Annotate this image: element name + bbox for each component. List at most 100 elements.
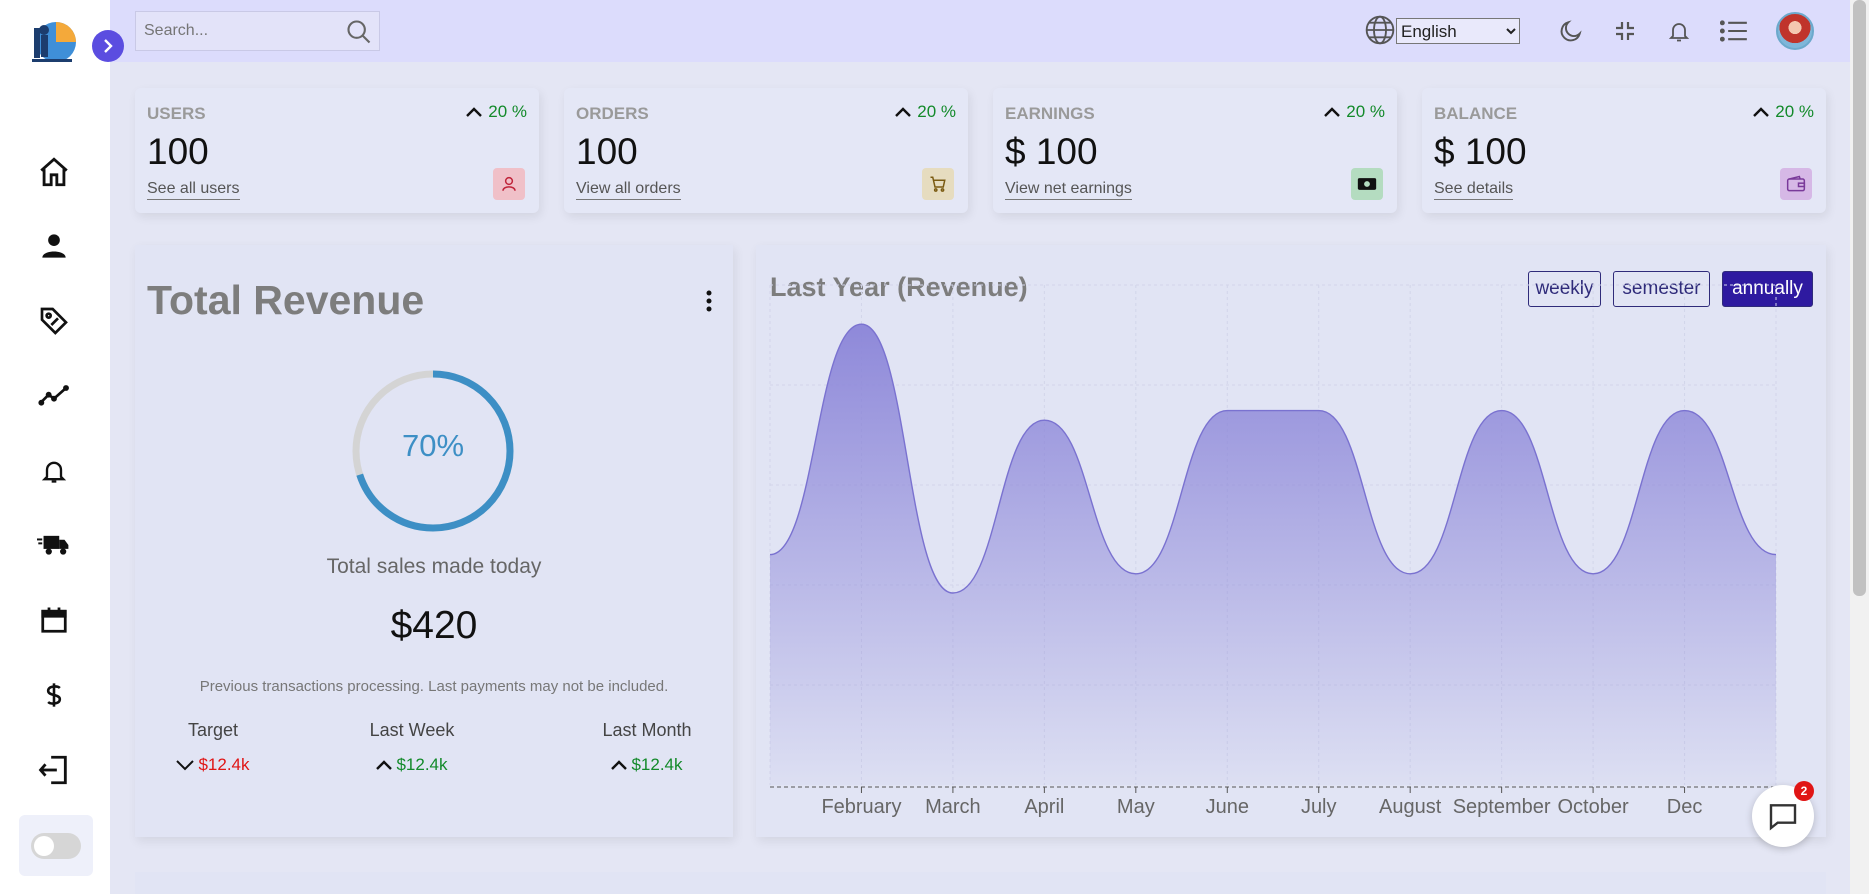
card-badge <box>493 168 525 200</box>
tag-icon[interactable] <box>34 301 74 341</box>
card-badge <box>1780 168 1812 200</box>
sidebar-expand-button[interactable] <box>92 30 124 62</box>
logout-icon[interactable] <box>34 750 74 790</box>
card-percent-value: 20 % <box>917 102 956 121</box>
card-badge <box>922 168 954 200</box>
cart-icon <box>930 176 946 192</box>
stat-value: $12.4k <box>173 755 253 775</box>
revenue-chart-panel: Last Year (Revenue) weekly semester annu… <box>756 245 1826 837</box>
sales-amount: $420 <box>390 604 478 647</box>
total-revenue-panel: Total Revenue 70% Total sales made today… <box>135 245 733 837</box>
card-value: $ 100 <box>1434 131 1527 172</box>
card-link[interactable]: View all orders <box>576 180 681 200</box>
next-panel <box>135 872 1826 894</box>
chat-icon <box>1769 804 1797 831</box>
card-percent: 20 % <box>466 102 527 122</box>
scrollbar[interactable] <box>1850 0 1869 894</box>
chevron-right-icon <box>104 39 113 53</box>
chevron-up-icon <box>895 107 912 117</box>
area-chart: February March April May June July August Septe… <box>769 284 1791 818</box>
stat-value: $12.4k <box>597 755 697 775</box>
sales-subtitle: Total sales made today <box>326 555 542 578</box>
x-tick-label: May <box>1117 796 1155 818</box>
stat-label: Last Month <box>602 720 692 740</box>
stat-value-text: $12.4k <box>396 755 448 774</box>
stat-target: Target $12.4k <box>173 720 253 775</box>
card-users: USERS 20 % 100 See all users <box>135 88 539 213</box>
card-link[interactable]: View net earnings <box>1005 180 1132 200</box>
theme-toggle-container <box>19 815 93 876</box>
collapse-icon[interactable] <box>1609 15 1641 47</box>
top-header: English <box>110 0 1850 62</box>
language-select[interactable]: English <box>1396 18 1520 44</box>
bell-icon[interactable] <box>1663 15 1695 47</box>
truck-icon[interactable] <box>34 525 74 565</box>
x-tick-label: February <box>821 796 901 818</box>
home-icon[interactable] <box>34 152 74 192</box>
logo <box>26 18 84 68</box>
stat-last-month: Last Month $12.4k <box>597 720 697 775</box>
x-tick-label: March <box>925 796 981 818</box>
stat-value-text: $12.4k <box>198 755 250 774</box>
card-badge <box>1351 168 1383 200</box>
wallet-icon <box>1786 175 1806 192</box>
chevron-up-icon <box>611 760 628 770</box>
stat-last-week: Last Week $12.4k <box>367 720 457 775</box>
x-tick-label: April <box>1024 796 1064 818</box>
x-tick-label: June <box>1206 796 1249 818</box>
card-percent-value: 20 % <box>1346 102 1385 121</box>
chat-badge: 2 <box>1794 781 1814 801</box>
x-tick-label: Dec <box>1667 796 1703 818</box>
x-tick-label: August <box>1379 796 1442 818</box>
search-input[interactable] <box>144 22 344 40</box>
sales-note: Previous transactions processing. Last p… <box>199 678 669 695</box>
stat-label: Target <box>187 720 239 740</box>
search-icon[interactable] <box>345 18 373 50</box>
panel-title: Total Revenue <box>147 277 425 323</box>
stat-value-text: $12.4k <box>631 755 683 774</box>
chevron-up-icon <box>1753 107 1770 117</box>
sidebar <box>0 0 110 894</box>
chevron-up-icon <box>376 760 393 770</box>
card-earnings: EARNINGS 20 % $ 100 View net earnings <box>993 88 1397 213</box>
card-percent: 20 % <box>1324 102 1385 122</box>
chart-line-icon[interactable] <box>34 376 74 416</box>
calendar-icon[interactable] <box>34 600 74 640</box>
card-percent: 20 % <box>895 102 956 122</box>
card-percent-value: 20 % <box>1775 102 1814 121</box>
card-title: EARNINGS <box>1005 104 1095 123</box>
user-icon <box>502 176 516 191</box>
stat-label: Last Week <box>369 720 455 740</box>
progress-label: 70% <box>401 428 465 463</box>
card-percent-value: 20 % <box>488 102 527 121</box>
theme-toggle[interactable] <box>31 832 81 859</box>
user-icon[interactable] <box>34 226 74 266</box>
card-value: 100 <box>147 131 209 172</box>
card-link[interactable]: See all users <box>147 180 240 200</box>
area-series <box>770 324 1776 785</box>
search-box <box>135 11 380 51</box>
x-tick-label: September <box>1453 796 1551 818</box>
card-title: USERS <box>147 104 206 123</box>
scrollbar-thumb[interactable] <box>1853 0 1866 596</box>
card-orders: ORDERS 20 % 100 View all orders <box>564 88 968 213</box>
chevron-down-icon <box>176 760 195 771</box>
globe-icon <box>1364 14 1396 50</box>
moon-icon[interactable] <box>1555 15 1587 47</box>
dollar-icon[interactable] <box>34 675 74 715</box>
money-icon <box>1357 178 1377 190</box>
bell-icon[interactable] <box>34 451 74 491</box>
avatar[interactable] <box>1776 12 1814 50</box>
card-balance: BALANCE 20 % $ 100 See details <box>1422 88 1826 213</box>
chevron-up-icon <box>1324 107 1341 117</box>
card-percent: 20 % <box>1753 102 1814 122</box>
more-options-icon[interactable] <box>705 290 713 316</box>
list-icon[interactable] <box>1718 15 1750 47</box>
card-value: 100 <box>576 131 638 172</box>
card-link[interactable]: See details <box>1434 180 1514 200</box>
x-tick-label: July <box>1301 796 1337 818</box>
x-tick-label: October <box>1558 796 1629 818</box>
stat-value: $12.4k <box>367 755 457 775</box>
card-value: $ 100 <box>1005 131 1098 172</box>
card-title: ORDERS <box>576 104 649 123</box>
